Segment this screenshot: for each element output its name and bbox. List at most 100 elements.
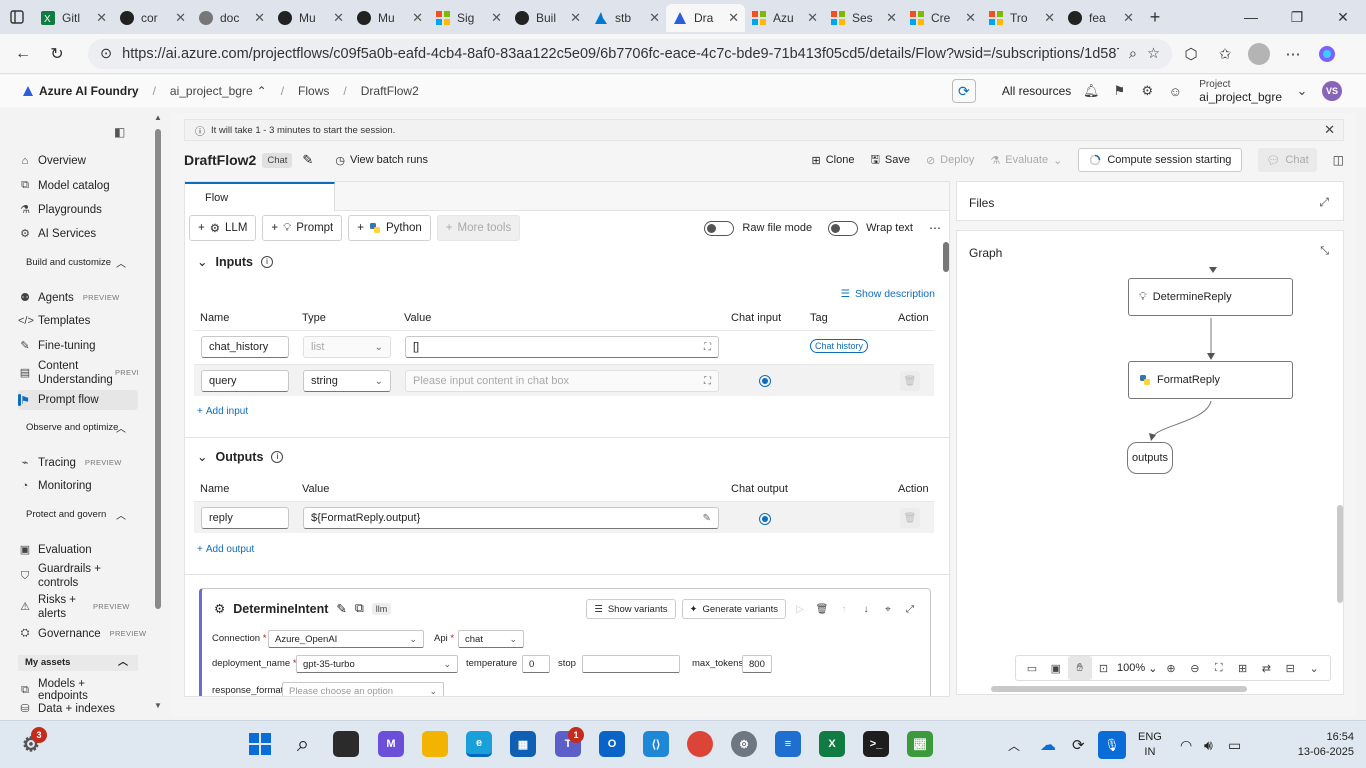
view-batch-runs-button[interactable]: ◷ View batch runs <box>335 154 428 167</box>
close-tab-icon[interactable]: ✕ <box>175 10 186 26</box>
show-variants-button[interactable]: ☰ Show variants <box>586 599 676 619</box>
delete-icon[interactable]: 🗑︎ <box>814 601 830 617</box>
close-tab-icon[interactable]: ✕ <box>254 10 265 26</box>
browser-tab[interactable]: Tro ✕ <box>982 4 1061 32</box>
browser-tab[interactable]: Mu ✕ <box>350 4 429 32</box>
avatar[interactable]: VS <box>1322 81 1342 101</box>
inputs-section-header[interactable]: ⌄ Inputs i <box>197 254 273 269</box>
close-tab-icon[interactable]: ✕ <box>96 10 107 26</box>
nav-playgrounds[interactable]: ⚗ Playgrounds <box>18 203 138 217</box>
mic-icon[interactable]: 🎙︎ <box>1098 721 1126 768</box>
nav-data-indexes[interactable]: ⛁ Data + indexes <box>18 702 138 716</box>
nav-risks[interactable]: ⚠ Risks + alerts PREVIEW <box>18 593 138 621</box>
input-value-field[interactable]: Please input content in chat box ⛶ <box>405 370 719 392</box>
refresh-icon[interactable]: ⟳ <box>951 79 976 103</box>
all-resources-link[interactable]: All resources <box>1002 84 1071 98</box>
browser-tab[interactable]: doc ✕ <box>192 4 271 32</box>
clone-button[interactable]: ⊞ Clone <box>812 154 855 167</box>
scroll-down-icon[interactable]: ▼ <box>154 701 162 710</box>
language-indicator[interactable]: ENG IN <box>1138 730 1162 760</box>
zoom-out-icon[interactable]: ⊖ <box>1183 656 1207 680</box>
compute-session-button[interactable]: Compute session starting <box>1078 148 1243 172</box>
chat-input-radio[interactable] <box>759 375 771 387</box>
browser-tab[interactable]: X Gitl ✕ <box>34 4 113 32</box>
tab-flow[interactable]: Flow <box>185 182 335 211</box>
graph-node-format-reply[interactable]: FormatReply <box>1128 361 1293 399</box>
favorites-icon[interactable]: ✩ <box>1210 39 1240 69</box>
browser-tab[interactable]: Cre ✕ <box>903 4 982 32</box>
nav-guardrails[interactable]: ⛉ Guardrails + controls <box>18 562 138 590</box>
url-field[interactable]: ⊙ https://ai.azure.com/projectflows/c09f… <box>88 38 1172 69</box>
browser-tab[interactable]: Dra ✕ <box>666 4 745 32</box>
close-window-button[interactable]: ✕ <box>1320 9 1366 26</box>
close-tab-icon[interactable]: ✕ <box>965 10 976 26</box>
favorite-icon[interactable]: ☆ <box>1147 46 1160 62</box>
extensions-icon[interactable]: ⬡ <box>1176 39 1206 69</box>
clock[interactable]: 16:54 13-06-2025 <box>1298 730 1354 760</box>
feedback-icon[interactable]: ⚑ <box>1111 83 1127 99</box>
scroll-up-icon[interactable]: ▲ <box>154 113 162 122</box>
chrome-icon[interactable] <box>687 731 713 757</box>
browser-tab[interactable]: Mu ✕ <box>271 4 350 32</box>
image-icon[interactable]: ▣ <box>1044 656 1068 680</box>
close-tab-icon[interactable]: ✕ <box>649 10 660 26</box>
input-type-select[interactable]: list ⌄ <box>303 336 391 358</box>
nav-content-understanding[interactable]: ▤ Content Understanding PREVI <box>18 359 139 387</box>
nav-governance[interactable]: ⛭ Governance PREVIEW <box>18 627 146 640</box>
notepad-icon[interactable]: ≡ <box>775 731 801 757</box>
output-value-field[interactable]: ${FormatReply.output} ✎ <box>303 507 719 529</box>
close-tab-icon[interactable]: ✕ <box>570 10 581 26</box>
nav-overview[interactable]: ⌂ Overview <box>18 155 138 167</box>
scrollbar-thumb[interactable] <box>155 129 161 609</box>
browser-tab[interactable]: stb ✕ <box>587 4 666 32</box>
wrap-text-toggle[interactable]: Wrap text <box>828 220 913 236</box>
stop-field[interactable] <box>582 655 680 673</box>
close-tab-icon[interactable]: ✕ <box>491 10 502 26</box>
expand-icon[interactable]: ⤢ <box>1319 195 1329 210</box>
deploy-button[interactable]: ⊘ Deploy <box>926 154 974 167</box>
bell-icon[interactable]: 🔔︎ <box>1083 83 1100 99</box>
breadcrumb-project[interactable]: ai_project_bgre <box>170 84 253 98</box>
volume-icon[interactable]: 🔊︎ <box>1204 721 1213 768</box>
nav-agents[interactable]: ⚉ Agents PREVIEW <box>18 291 138 305</box>
edit-icon[interactable]: ✎ <box>703 513 711 524</box>
graph-hscroll[interactable] <box>991 686 1247 692</box>
profile-icon[interactable] <box>1244 39 1274 69</box>
expand-icon[interactable]: ⛶ <box>704 376 711 387</box>
response-format-select[interactable]: Please choose an option ⌄ <box>282 682 444 696</box>
project-switcher[interactable]: Project ai_project_bgre <box>1199 78 1282 104</box>
tab-actions-icon[interactable] <box>0 0 34 34</box>
zoom-select[interactable]: 100% ⌄ <box>1115 662 1159 675</box>
show-description-button[interactable]: ☰ Show description <box>841 288 935 300</box>
max-tokens-field[interactable]: 800 <box>742 655 772 673</box>
browser-tab[interactable]: cor ✕ <box>113 4 192 32</box>
nav-evaluation[interactable]: ▣ Evaluation <box>18 543 138 557</box>
nav-model-catalog[interactable]: ⧉ Model catalog <box>18 179 138 192</box>
expand-icon[interactable]: ⛶ <box>704 342 711 353</box>
m365-icon[interactable]: M <box>378 731 404 757</box>
fit-icon[interactable]: ⛶ <box>1207 656 1231 680</box>
sync-icon[interactable]: ⟳ <box>1072 721 1085 768</box>
edit-icon[interactable]: ✎ <box>336 601 346 616</box>
browser-tab[interactable]: Azu ✕ <box>745 4 824 32</box>
reload-icon[interactable]: ↻ <box>42 39 72 69</box>
chevron-down-icon[interactable]: ⌄ <box>1302 656 1326 680</box>
back-icon[interactable]: ← <box>8 39 38 69</box>
breadcrumb-flows[interactable]: Flows <box>298 84 329 98</box>
browser-tab[interactable]: Sig ✕ <box>429 4 508 32</box>
minimize-button[interactable]: — <box>1228 9 1274 26</box>
close-icon[interactable]: ✕ <box>1324 122 1335 138</box>
battery-icon[interactable]: ▭ <box>1228 721 1241 768</box>
evaluate-button[interactable]: ⚗ Evaluate ⌄ <box>990 154 1062 167</box>
present-icon[interactable]: ⊡ <box>1092 656 1116 680</box>
section-observe[interactable]: Observe and optimize ︿ <box>26 422 136 435</box>
onedrive-icon[interactable]: ☁ <box>1040 721 1056 768</box>
hand-icon[interactable]: ✋︎ <box>1067 656 1092 680</box>
close-tab-icon[interactable]: ✕ <box>1044 10 1055 26</box>
zoom-in-icon[interactable]: ⊕ <box>1159 656 1183 680</box>
add-output-button[interactable]: + Add output <box>197 544 254 555</box>
generate-variants-button[interactable]: ✦ Generate variants <box>681 599 786 619</box>
more-icon[interactable]: ⋯ <box>1278 39 1308 69</box>
nav-prompt-flow[interactable]: ⚑ Prompt flow <box>18 390 138 410</box>
gear-icon[interactable]: ⚙ <box>1139 83 1155 99</box>
